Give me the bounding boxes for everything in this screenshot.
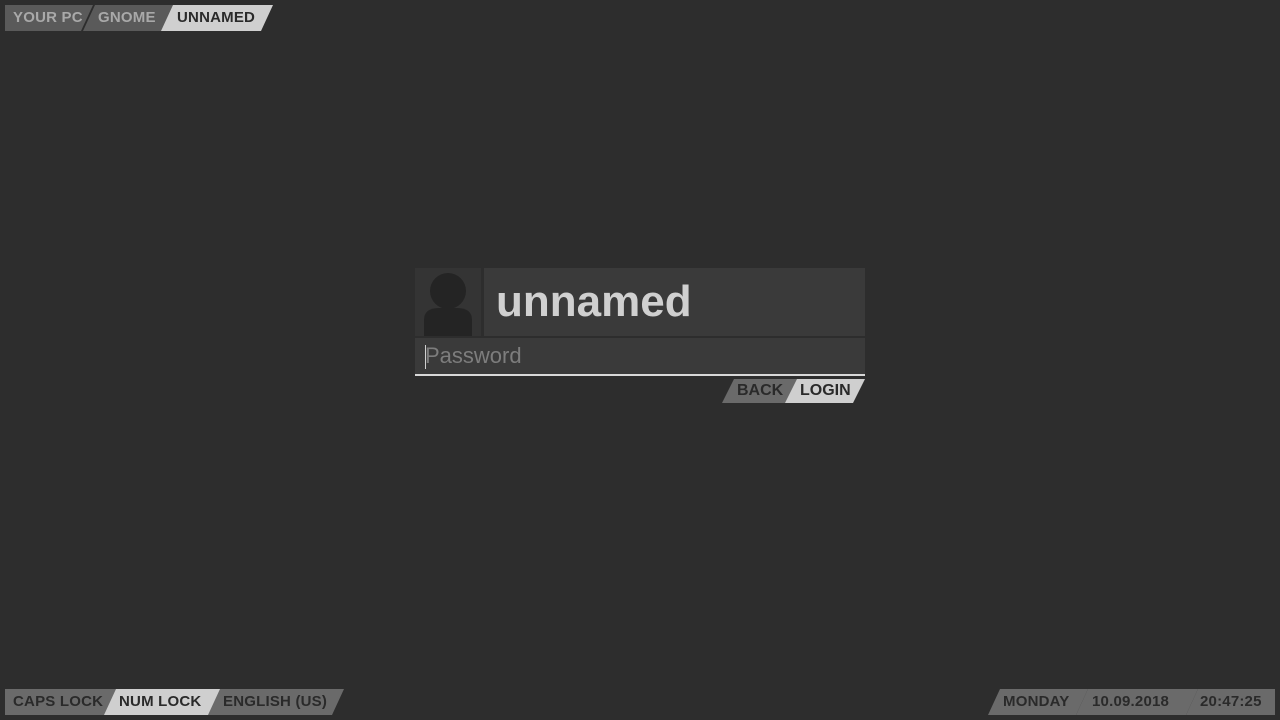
breadcrumb-item-your-pc[interactable]: YOUR PC [5,5,93,31]
username-label: unnamed [496,277,692,326]
clock-day: MONDAY [988,689,1088,715]
login-panel: unnamed BACK LOGIN [415,268,865,405]
user-silhouette-icon [415,268,484,336]
num-lock-indicator: NUM LOCK [104,689,226,715]
caps-lock-indicator: CAPS LOCK [5,689,121,715]
keyboard-layout-selector[interactable]: ENGLISH (US) [208,689,344,715]
back-button[interactable]: BACK [722,379,798,403]
login-screen: YOUR PC GNOME UNNAMED unnamed BACK LOGIN… [0,0,1280,720]
text-cursor [425,345,426,369]
clock-date: 10.09.2018 [1076,689,1198,715]
password-field[interactable] [415,338,865,376]
breadcrumb-item-session[interactable]: GNOME [83,5,175,31]
login-actions: BACK LOGIN [415,379,865,405]
password-input[interactable] [415,338,865,374]
clock-time: 20:47:25 [1186,689,1275,715]
breadcrumb-item-user[interactable]: UNNAMED [161,5,273,31]
user-row: unnamed [415,268,865,336]
login-button[interactable]: LOGIN [785,379,865,403]
